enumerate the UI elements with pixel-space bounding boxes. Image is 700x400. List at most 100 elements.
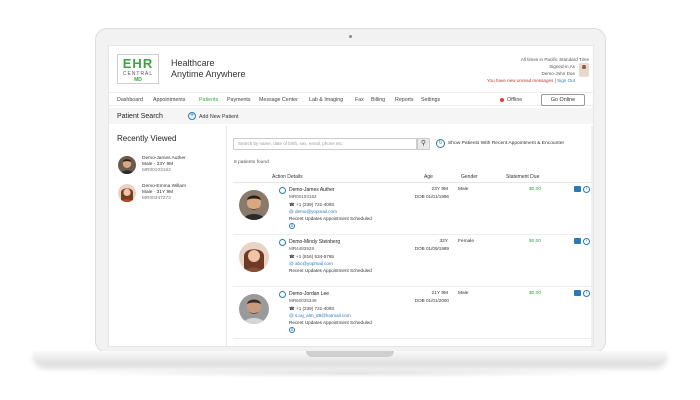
chevron-down-icon[interactable]: ˇ bbox=[279, 239, 286, 246]
user-avatar[interactable] bbox=[579, 63, 589, 77]
patient-name[interactable]: Demo-James Auther bbox=[289, 187, 335, 193]
patient-search-input[interactable]: Search by name, date of birth, sex, emai… bbox=[233, 138, 417, 150]
recent-updates-label: Recent Updates bbox=[289, 268, 322, 273]
patient-email[interactable]: @ abc@yopmail.com bbox=[289, 261, 333, 266]
show-recent-toggle[interactable]: Show Patients With Recent Appointment & … bbox=[448, 141, 564, 146]
offline-status-dot bbox=[500, 98, 504, 102]
app-header: EHR CENTRAL MD Healthcare Anytime Anywhe… bbox=[109, 46, 593, 92]
email-icon: @ bbox=[289, 313, 294, 318]
phone-icon: ☎ bbox=[289, 306, 295, 311]
patient-email[interactable]: @ s.raj_alm_88@hotmail.com bbox=[289, 313, 351, 318]
email-address[interactable]: demo@yopmail.com bbox=[295, 209, 337, 214]
recent-updates: Recent Updates Appointment Scheduled bbox=[289, 216, 372, 221]
patient-dob: DOB 01/01/1996 bbox=[393, 194, 449, 199]
avatar[interactable] bbox=[239, 190, 269, 220]
phone-icon: ☎ bbox=[289, 254, 295, 259]
email-address[interactable]: s.raj_alm_88@hotmail.com bbox=[295, 313, 351, 318]
patient-age: 32Y bbox=[439, 239, 448, 244]
nav-settings[interactable]: Settings bbox=[421, 97, 440, 103]
patient-name[interactable]: Demo-Jordan Lee bbox=[289, 291, 329, 297]
nav-appointments[interactable]: Appointments bbox=[153, 97, 185, 103]
email-icon: @ bbox=[289, 209, 294, 214]
avatar[interactable] bbox=[118, 156, 136, 174]
patient-age: 23Y 9M bbox=[431, 187, 448, 192]
message-icon[interactable] bbox=[574, 186, 581, 192]
avatar[interactable] bbox=[239, 242, 269, 272]
dob-label: DOB bbox=[414, 194, 425, 199]
recent-updates: Recent Updates Appointment Scheduled bbox=[289, 320, 372, 325]
statement-due: $0.00 bbox=[529, 187, 542, 192]
statement-due: $0.00 bbox=[529, 291, 542, 296]
laptop-notch bbox=[306, 351, 394, 357]
header-user-info: All times in Pacific Standard Time Signe… bbox=[439, 56, 589, 84]
webcam bbox=[349, 35, 352, 38]
nav-payments[interactable]: Payments bbox=[227, 97, 251, 103]
chevron-down-icon[interactable]: ˇ bbox=[279, 291, 286, 298]
patient-email[interactable]: @ demo@yopmail.com bbox=[289, 209, 337, 214]
info-icon[interactable]: $ bbox=[289, 223, 295, 229]
patient-gender: Female bbox=[458, 239, 474, 244]
go-online-button[interactable]: Go Online bbox=[541, 94, 585, 106]
column-header-action-details: Action Details bbox=[272, 174, 303, 180]
patient-mrn: MR00103162 bbox=[289, 194, 317, 199]
tagline-line2: Anytime Anywhere bbox=[171, 69, 246, 79]
info-icon[interactable]: $ bbox=[289, 327, 295, 333]
chevron-right-icon[interactable]: › bbox=[583, 290, 590, 297]
patient-mrn: MR4483928 bbox=[289, 246, 315, 251]
column-header-age: Age bbox=[424, 174, 433, 180]
logo-md: MD bbox=[134, 77, 142, 83]
dob-label: DOB bbox=[414, 246, 425, 251]
column-header-gender: Gender bbox=[461, 174, 478, 180]
table-row[interactable]: ˇ Demo-James Auther MR00103162 ☎ +1 (239… bbox=[233, 183, 593, 235]
recently-viewed-panel: Recently Viewed Demo-James Auther Male ·… bbox=[109, 126, 227, 346]
ehr-central-logo[interactable]: EHR CENTRAL MD bbox=[117, 54, 159, 84]
recent-patient-meta: Male · 23Y 9M bbox=[142, 162, 174, 167]
patient-phone: ☎ +1 (239) 721-4093 bbox=[289, 202, 334, 208]
add-new-patient-link[interactable]: Add New Patient bbox=[199, 114, 238, 120]
user-line: Demo-John Doe bbox=[439, 70, 575, 77]
avatar[interactable] bbox=[239, 294, 269, 324]
nav-billing[interactable]: Billing bbox=[371, 97, 385, 103]
recent-patient-name[interactable]: Demo-Emma Willam bbox=[142, 184, 186, 189]
patient-phone: ☎ +1 (239) 721-4093 bbox=[289, 306, 334, 312]
search-button[interactable]: ⚲ bbox=[417, 138, 430, 150]
recent-updates-text: Appointment Scheduled bbox=[322, 268, 372, 273]
patient-mrn: MR60035346 bbox=[289, 298, 317, 303]
recent-patient-name[interactable]: Demo-James Auther bbox=[142, 156, 186, 161]
dob-value: 01/01/1996 bbox=[426, 194, 449, 199]
patient-gender: Male bbox=[458, 187, 469, 192]
dob-value: 01/01/2000 bbox=[426, 298, 449, 303]
email-address[interactable]: abc@yopmail.com bbox=[295, 261, 333, 266]
nav-fax[interactable]: Fax bbox=[355, 97, 364, 103]
notice-line: You have new unread messages | Sign Out bbox=[486, 78, 575, 83]
nav-dashboard[interactable]: Dashboard bbox=[117, 97, 143, 103]
dob-label: DOB bbox=[414, 298, 425, 303]
recent-updates-label: Recent Updates bbox=[289, 216, 322, 221]
main-nav: Dashboard Appointments Patients Payments… bbox=[109, 92, 593, 106]
phone-number: +1 (816) 534-5765 bbox=[296, 254, 334, 259]
recent-updates: Recent Updates Appointment Scheduled bbox=[289, 268, 372, 273]
table-row[interactable]: ˇ Demo-Jordan Lee MR60035346 ☎ +1 (239) … bbox=[233, 287, 593, 339]
nav-lab-imaging[interactable]: Lab & Imaging bbox=[309, 97, 343, 103]
sign-out-link[interactable]: Sign Out bbox=[557, 78, 575, 83]
nav-reports[interactable]: Reports bbox=[395, 97, 414, 103]
history-icon[interactable]: ↻ bbox=[436, 139, 445, 148]
chevron-down-icon[interactable]: ˇ bbox=[279, 187, 286, 194]
scrollbar[interactable] bbox=[591, 126, 593, 346]
message-icon[interactable] bbox=[574, 290, 581, 296]
table-row[interactable]: ˇ Demo-Mindy Steinberg MR4483928 ☎ +1 (8… bbox=[233, 235, 593, 287]
nav-message-center[interactable]: Message Center bbox=[259, 97, 298, 103]
unread-messages-link[interactable]: You have new unread messages bbox=[487, 78, 554, 83]
add-patient-icon[interactable]: + bbox=[188, 112, 196, 120]
nav-patients[interactable]: Patients bbox=[199, 97, 218, 103]
message-icon[interactable] bbox=[574, 238, 581, 244]
chevron-right-icon[interactable]: › bbox=[583, 238, 590, 245]
chevron-right-icon[interactable]: › bbox=[583, 186, 590, 193]
page-title-bar: Patient Search + Add New Patient bbox=[109, 108, 593, 124]
recent-patient-mrn: MR00103162 bbox=[142, 168, 171, 173]
dob-value: 01/09/1989 bbox=[426, 246, 449, 251]
avatar[interactable] bbox=[118, 184, 136, 202]
offline-status: Offline bbox=[507, 97, 523, 103]
phone-icon: ☎ bbox=[289, 202, 295, 207]
patient-name[interactable]: Demo-Mindy Steinberg bbox=[289, 239, 340, 245]
